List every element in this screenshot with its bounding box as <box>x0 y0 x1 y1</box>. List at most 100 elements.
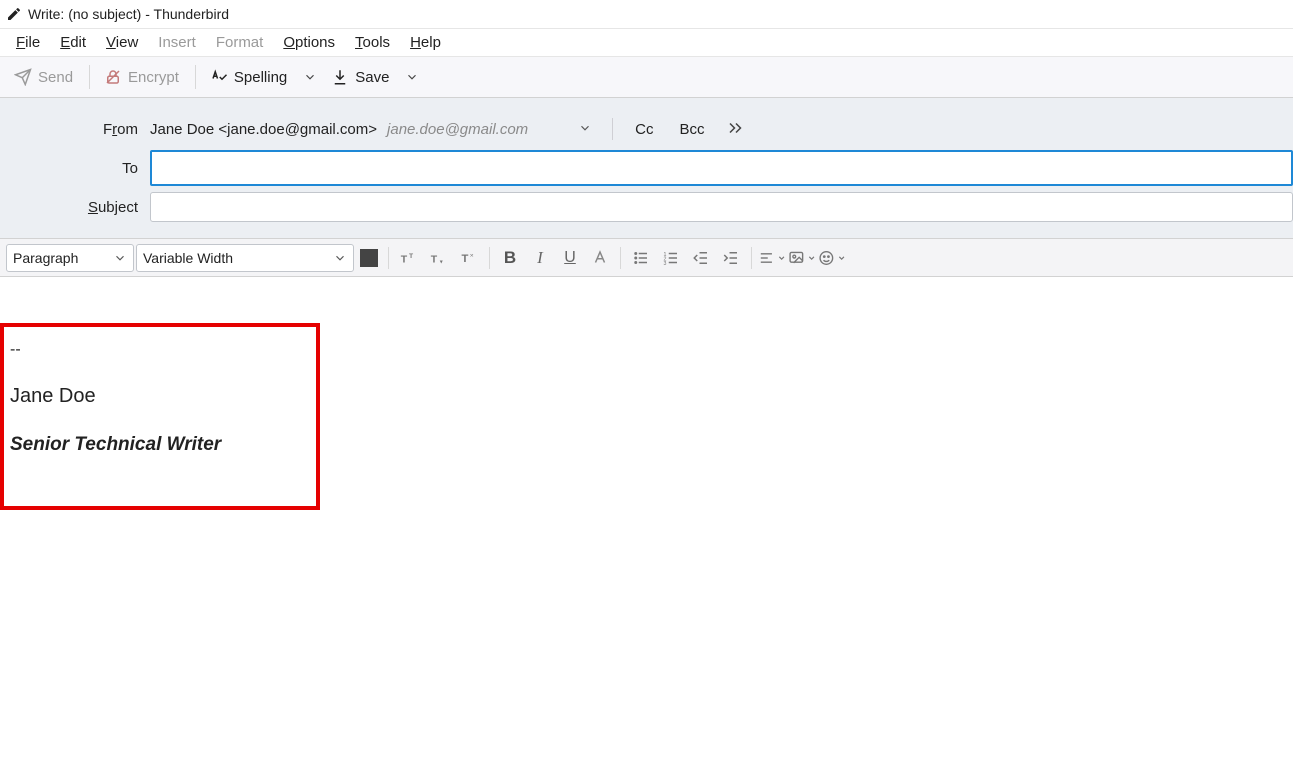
send-icon <box>14 68 32 86</box>
spelling-label: Spelling <box>234 69 287 86</box>
svg-text:×: × <box>470 252 474 259</box>
encrypt-icon <box>104 68 122 86</box>
window-title: Write: (no subject) - Thunderbird <box>28 6 229 22</box>
more-recipients-button[interactable] <box>721 119 751 139</box>
menu-view[interactable]: View <box>96 32 148 53</box>
align-icon <box>758 249 775 267</box>
svg-text:T: T <box>462 252 469 264</box>
bullet-list-button[interactable] <box>627 244 655 272</box>
format-separator <box>751 247 752 269</box>
outdent-button[interactable] <box>687 244 715 272</box>
to-row: To <box>0 150 1293 186</box>
menu-help[interactable]: Help <box>400 32 451 53</box>
message-body[interactable]: -- Jane Doe Senior Technical Writer <box>0 277 1293 520</box>
paragraph-style-label: Paragraph <box>13 250 78 266</box>
encrypt-button: Encrypt <box>96 64 187 90</box>
save-dropdown[interactable] <box>399 66 425 88</box>
format-separator <box>388 247 389 269</box>
chevron-down-icon <box>807 253 816 263</box>
numbered-list-icon: 123 <box>662 249 680 267</box>
insert-image-button[interactable] <box>788 244 816 272</box>
text-color-button[interactable] <box>360 249 378 267</box>
subject-label: Subject <box>0 199 150 216</box>
signature-title: Senior Technical Writer <box>10 434 310 456</box>
font-larger-icon: TT <box>400 249 418 267</box>
chevron-down-icon <box>777 253 786 263</box>
paragraph-style-select[interactable]: Paragraph <box>6 244 134 272</box>
signature-separator: -- <box>10 341 310 359</box>
align-button[interactable] <box>758 244 786 272</box>
header-separator <box>612 118 613 140</box>
subject-row: Subject <box>0 190 1293 224</box>
from-dropdown[interactable] <box>574 119 596 140</box>
outdent-icon <box>692 249 710 267</box>
spelling-button[interactable]: Spelling <box>202 64 295 90</box>
remove-formatting-button[interactable]: T× <box>455 244 483 272</box>
bcc-button[interactable]: Bcc <box>674 119 711 140</box>
to-input[interactable] <box>150 150 1293 186</box>
spellcheck-icon <box>210 68 228 86</box>
font-smaller-icon: T▾ <box>430 249 448 267</box>
text-color-icon <box>591 249 609 267</box>
signature-name: Jane Doe <box>10 385 310 408</box>
main-toolbar: Send Encrypt Spelling Save <box>0 56 1293 98</box>
from-hint: jane.doe@gmail.com <box>387 121 528 138</box>
send-label: Send <box>38 69 73 86</box>
to-label: To <box>0 160 150 177</box>
image-icon <box>788 249 805 267</box>
from-identity[interactable]: Jane Doe <jane.doe@gmail.com> <box>150 121 377 138</box>
chevron-down-icon <box>333 251 347 265</box>
emoji-icon <box>818 249 835 267</box>
cc-button[interactable]: Cc <box>629 119 659 140</box>
menu-options[interactable]: Options <box>273 32 345 53</box>
from-label: From <box>0 121 150 138</box>
italic-button[interactable]: I <box>526 244 554 272</box>
pencil-icon <box>6 6 22 22</box>
decrease-font-button[interactable]: T▾ <box>425 244 453 272</box>
format-separator <box>489 247 490 269</box>
chevron-down-icon <box>113 251 127 265</box>
send-button: Send <box>6 64 81 90</box>
chevron-down-icon <box>578 121 592 135</box>
chevron-double-right-icon <box>727 122 745 134</box>
remove-format-icon: T× <box>460 249 478 267</box>
window-title-bar: Write: (no subject) - Thunderbird <box>0 0 1293 28</box>
svg-text:T: T <box>409 253 414 260</box>
bullet-list-icon <box>632 249 650 267</box>
menu-tools[interactable]: Tools <box>345 32 400 53</box>
compose-header: From Jane Doe <jane.doe@gmail.com> jane.… <box>0 98 1293 239</box>
format-separator <box>620 247 621 269</box>
format-toolbar: Paragraph Variable Width TT T▾ T× B I U … <box>0 239 1293 277</box>
svg-text:T: T <box>401 253 408 265</box>
subject-input[interactable] <box>150 192 1293 222</box>
insert-emoji-button[interactable] <box>818 244 846 272</box>
menu-bar: File Edit View Insert Format Options Too… <box>0 28 1293 56</box>
text-effects-button[interactable] <box>586 244 614 272</box>
indent-button[interactable] <box>717 244 745 272</box>
signature-highlight: -- Jane Doe Senior Technical Writer <box>0 323 320 510</box>
numbered-list-button[interactable]: 123 <box>657 244 685 272</box>
svg-text:▾: ▾ <box>440 259 443 265</box>
toolbar-separator <box>195 65 196 89</box>
chevron-down-icon <box>303 70 317 84</box>
menu-insert: Insert <box>148 32 206 53</box>
menu-edit[interactable]: Edit <box>50 32 96 53</box>
from-row: From Jane Doe <jane.doe@gmail.com> jane.… <box>0 112 1293 146</box>
font-select[interactable]: Variable Width <box>136 244 354 272</box>
bold-button[interactable]: B <box>496 244 524 272</box>
menu-file[interactable]: File <box>6 32 50 53</box>
save-label: Save <box>355 69 389 86</box>
encrypt-label: Encrypt <box>128 69 179 86</box>
chevron-down-icon <box>405 70 419 84</box>
indent-icon <box>722 249 740 267</box>
font-label: Variable Width <box>143 250 233 266</box>
spelling-dropdown[interactable] <box>297 66 323 88</box>
svg-text:T: T <box>431 253 438 265</box>
svg-text:3: 3 <box>664 260 667 266</box>
chevron-down-icon <box>837 253 846 263</box>
underline-button[interactable]: U <box>556 244 584 272</box>
toolbar-separator <box>89 65 90 89</box>
increase-font-button[interactable]: TT <box>395 244 423 272</box>
save-button[interactable]: Save <box>323 64 397 90</box>
save-icon <box>331 68 349 86</box>
